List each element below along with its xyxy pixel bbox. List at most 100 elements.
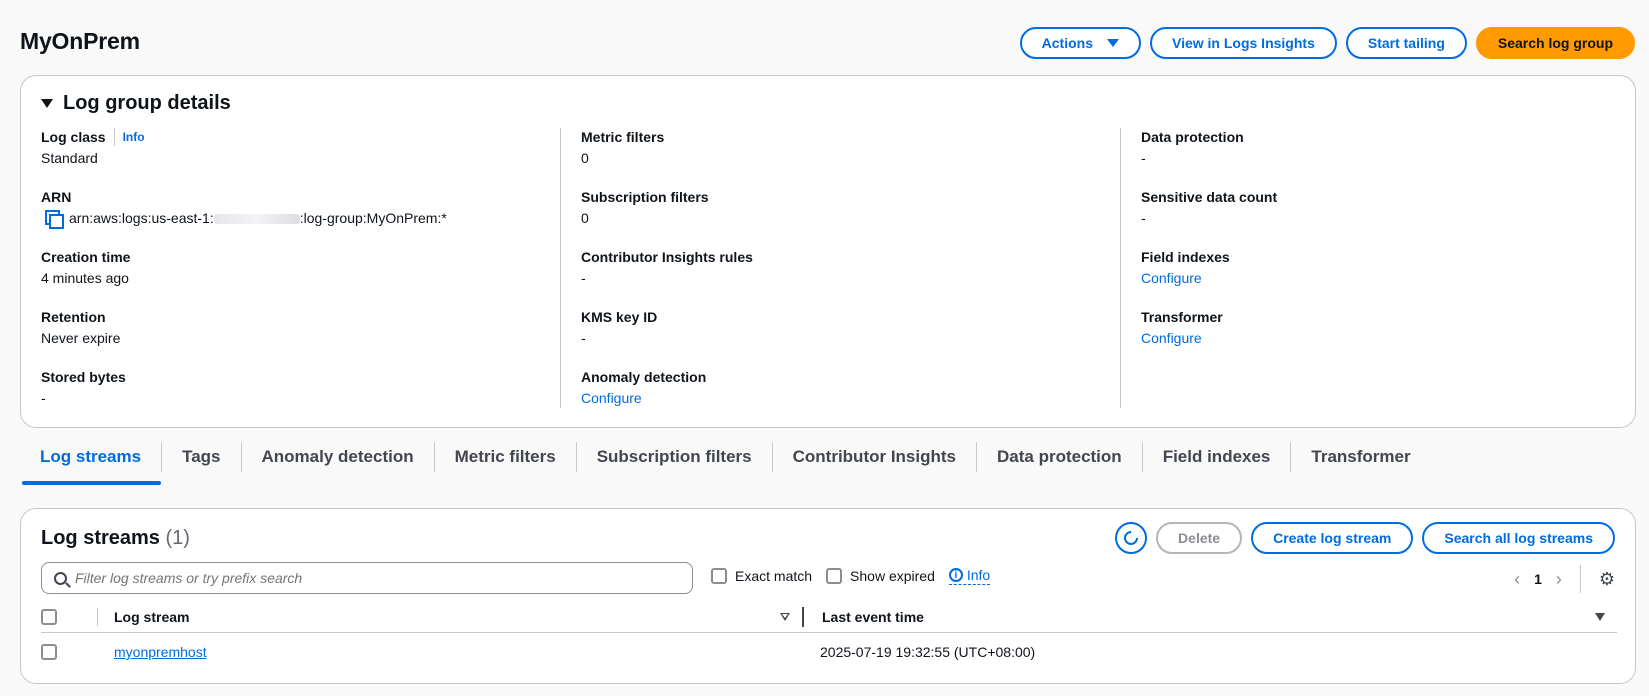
transformer-label: Transformer [1141,309,1223,325]
search-log-group-button[interactable]: Search log group [1475,27,1635,59]
sort-descending-icon[interactable] [1595,612,1605,621]
details-column-2: Metric filters 0 Subscription filters 0 … [560,128,1080,408]
copy-icon[interactable] [45,210,64,229]
log-group-details-panel: Log group details Log class Info Standar… [20,75,1636,428]
log-class-label: Log class [41,129,106,145]
pager-divider [1579,565,1581,593]
chevron-left-icon[interactable]: ‹ [1514,569,1520,590]
table-header: Log stream Last event time [41,601,1617,633]
kms-key-label: KMS key ID [581,309,658,325]
info-icon: i [948,568,963,582]
details-column-1: Log class Info Standard ARN arn:aws:logs… [41,128,561,428]
anomaly-detection-configure-link[interactable]: Configure [581,388,1080,408]
metric-filters-label: Metric filters [581,129,665,145]
details-title: Log group details [63,92,231,114]
log-streams-actions: Delete Create log stream Search all log … [1115,522,1615,554]
sensitive-data-count-label: Sensitive data count [1141,189,1278,205]
start-tailing-button[interactable]: Start tailing [1345,27,1467,59]
tab-tags[interactable]: Tags [161,442,240,472]
row-checkbox-cell [41,644,97,660]
contributor-insights-label: Contributor Insights rules [581,249,753,265]
arn-label: ARN [41,189,72,205]
sort-icon[interactable] [780,612,790,621]
tab-log-streams[interactable]: Log streams [20,442,162,485]
select-all-checkbox[interactable] [41,608,57,625]
page-title: MyOnPrem [20,28,140,54]
tab-anomaly-detection[interactable]: Anomaly detection [240,442,434,472]
log-stream-cell: myonpremhost [97,644,802,660]
log-stream-column-label: Log stream [114,608,190,625]
data-protection-label: Data protection [1141,129,1244,145]
pagination: ‹ 1 › ⚙ [1514,565,1615,593]
creation-time-label: Creation time [41,249,131,265]
log-streams-count: (1) [165,527,190,549]
stored-bytes-value: - [41,390,46,406]
sensitive-data-count-value: - [1141,210,1146,226]
arn-value: arn:aws:logs:us-east-1: :log-group:MyOnPr… [41,208,561,229]
details-column-3: Data protection - Sensitive data count -… [1120,128,1620,408]
details-toggle[interactable]: Log group details [41,92,231,115]
row-checkbox[interactable] [41,644,57,660]
filter-options: Exact match Show expired i Info [711,567,991,585]
exact-match-checkbox[interactable] [711,568,727,584]
anomaly-detection-label: Anomaly detection [581,369,707,385]
log-streams-heading: Log streams (1) [41,527,190,550]
subscription-filters-value: 0 [581,210,589,226]
column-header-last-event-time[interactable]: Last event time [802,606,1617,627]
retention-label: Retention [41,309,106,325]
creation-time-value: 4 minutes ago [41,270,129,286]
log-streams-panel: Log streams (1) Delete Create log stream… [20,508,1636,684]
arn-prefix: arn:aws:logs:us-east-1: [69,210,214,226]
actions-label: Actions [1041,35,1093,51]
actions-button[interactable]: Actions [1019,27,1141,59]
create-log-stream-button[interactable]: Create log stream [1251,522,1414,554]
delete-button[interactable]: Delete [1156,522,1243,554]
kms-key-value: - [581,330,586,346]
show-expired-info-link[interactable]: i Info [948,567,991,585]
header-actions: Actions View in Logs Insights Start tail… [1019,27,1635,59]
caret-down-icon [41,99,53,108]
chevron-right-icon[interactable]: › [1556,569,1562,590]
gear-icon[interactable]: ⚙ [1599,569,1615,590]
subscription-filters-label: Subscription filters [581,189,709,205]
log-class-info-link[interactable]: Info [113,128,145,146]
tab-field-indexes[interactable]: Field indexes [1141,442,1291,472]
contributor-insights-value: - [581,270,586,286]
data-protection-value: - [1141,150,1146,166]
stored-bytes-label: Stored bytes [41,369,126,385]
refresh-button[interactable] [1115,522,1148,554]
retention-value: Never expire [41,330,121,346]
log-stream-search-input[interactable] [75,570,675,586]
field-indexes-label: Field indexes [1141,249,1230,265]
log-streams-title: Log streams [41,527,160,549]
caret-down-icon [1106,39,1119,47]
tab-subscription-filters[interactable]: Subscription filters [575,442,772,472]
tab-transformer[interactable]: Transformer [1290,442,1430,472]
field-indexes-configure-link[interactable]: Configure [1141,268,1620,288]
column-header-log-stream[interactable]: Log stream [97,607,802,626]
log-stream-link[interactable]: myonpremhost [114,644,207,660]
refresh-icon [1121,528,1141,548]
table-row: myonpremhost 2025-07-19 19:32:55 (UTC+08… [41,633,1617,671]
search-icon [54,571,67,585]
log-streams-table: Log stream Last event time myonpremhost … [41,601,1617,671]
metric-filters-value: 0 [581,150,589,166]
page-number[interactable]: 1 [1534,571,1542,587]
view-in-logs-insights-button[interactable]: View in Logs Insights [1149,27,1337,59]
info-label: Info [966,567,991,583]
search-all-log-streams-button[interactable]: Search all log streams [1422,522,1615,554]
exact-match-option[interactable]: Exact match [711,568,812,584]
last-event-time-column-label: Last event time [822,608,924,625]
arn-suffix: :log-group:MyOnPrem:* [299,210,447,226]
tab-data-protection[interactable]: Data protection [976,442,1142,472]
redacted-account-id [213,214,300,225]
tab-metric-filters[interactable]: Metric filters [433,442,576,472]
tab-contributor-insights[interactable]: Contributor Insights [771,442,976,472]
show-expired-option[interactable]: Show expired [826,568,935,584]
show-expired-label: Show expired [850,568,935,584]
transformer-configure-link[interactable]: Configure [1141,328,1620,348]
tab-bar: Log streams Tags Anomaly detection Metri… [20,442,1431,492]
show-expired-checkbox[interactable] [826,568,843,584]
last-event-time-cell: 2025-07-19 19:32:55 (UTC+08:00) [820,644,1036,660]
log-class-value: Standard [41,150,98,166]
